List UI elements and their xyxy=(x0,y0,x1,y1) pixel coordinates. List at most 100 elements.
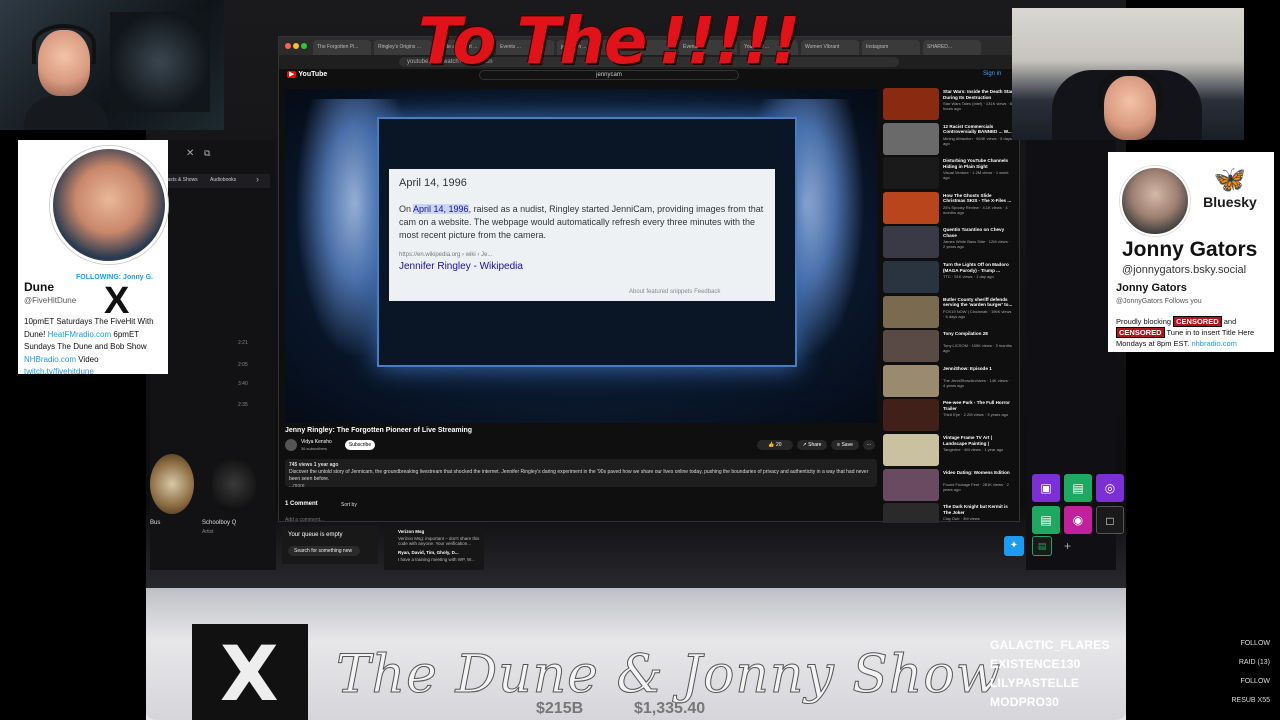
bio-link[interactable]: nhbradio.com xyxy=(1191,339,1236,348)
video-thumbnail[interactable] xyxy=(883,330,939,363)
artist-type: Artist xyxy=(202,529,214,535)
recommendation-item[interactable]: Turn the Lights Off on Madoro (MAGA Paro… xyxy=(883,260,1017,295)
recommendation-meta: James White Bass Side · 12M views · 2 ye… xyxy=(943,239,1011,250)
stream-deck-button[interactable]: ▤ xyxy=(1064,474,1092,502)
tab-audiobooks[interactable]: Audiobooks xyxy=(210,177,236,183)
stream-deck-button[interactable]: ◎ xyxy=(1096,474,1124,502)
video-thumbnail[interactable] xyxy=(883,191,939,224)
share-button[interactable]: ↗ Share xyxy=(797,440,827,450)
save-icon: ≡ xyxy=(837,442,841,448)
recommendation-item[interactable]: Video Dating: Womens Edition Found Footag… xyxy=(883,468,1017,503)
sign-in-button[interactable]: Sign in xyxy=(983,71,1001,77)
recommendation-item[interactable]: Star Wars: Inside the Death Star During … xyxy=(883,87,1017,122)
video-thumbnail[interactable] xyxy=(883,468,939,501)
jonny-avatar xyxy=(1120,166,1190,236)
add-comment-input[interactable]: Add a comment... xyxy=(285,517,324,523)
recommendation-meta: FOX19 NOW | Cincinnati · 196K views · 5 … xyxy=(943,308,1012,319)
bio-link[interactable]: HeatFMradio.com xyxy=(48,330,112,339)
video-thumbnail[interactable] xyxy=(883,503,939,523)
window-zoom-dot[interactable] xyxy=(301,43,307,49)
message-sender[interactable]: Verizon Msg xyxy=(398,529,424,534)
music-app-panel: ✕ ⧉ Podcasts & Shows Audiobooks › 2:21 2… xyxy=(150,140,276,570)
video-thumbnail[interactable] xyxy=(883,122,939,155)
twitter-bird-icon[interactable]: ✦ xyxy=(1004,536,1024,556)
recommendation-item[interactable]: Butler County sheriff defends serving th… xyxy=(883,295,1017,330)
stream-deck-button[interactable]: ◉ xyxy=(1064,506,1092,534)
stream-deck-button[interactable]: □ xyxy=(1096,506,1124,534)
recommendation-title[interactable]: JenniShow: Episode 1 xyxy=(943,366,1013,372)
recommendation-item[interactable]: Disturbing YouTube Channels Hiding in Pl… xyxy=(883,156,1017,191)
chevron-right-icon[interactable]: › xyxy=(256,174,259,184)
recommendation-title[interactable]: Video Dating: Womens Edition xyxy=(943,470,1013,476)
video-thumbnail[interactable] xyxy=(883,88,939,120)
butterfly-icon: 🦋 xyxy=(1213,164,1247,194)
track-duration: 2:05 xyxy=(238,362,248,368)
snippet-about[interactable]: About featured snippets xyxy=(629,289,692,295)
video-thumbnail[interactable] xyxy=(883,157,939,190)
like-button[interactable]: 👍 20 xyxy=(757,440,793,450)
artist-image[interactable] xyxy=(212,454,256,514)
stream-deck-button[interactable]: ▤ xyxy=(1032,506,1060,534)
artist-name[interactable]: Schoolboy Q xyxy=(202,520,236,526)
recommendation-title[interactable]: Disturbing YouTube Channels Hiding in Pl… xyxy=(943,158,1013,169)
profile-handle: @JonnyGators Follows you xyxy=(1116,298,1202,305)
description-more[interactable]: ...more xyxy=(289,483,873,490)
save-button[interactable]: ≡ Save xyxy=(831,440,859,450)
recommendation-item[interactable]: Pee-wee Park - The Full Horror Trailer Th… xyxy=(883,398,1017,433)
snippet-feedback[interactable]: Feedback xyxy=(694,289,720,295)
recommendation-title[interactable]: Turn the Lights Off on Madoro (MAGA Paro… xyxy=(943,262,1013,273)
recommendation-title[interactable]: Quentin Tarantino on Chevy Chase xyxy=(943,227,1013,238)
recommendation-title[interactable]: Star Wars: Inside the Death Star During … xyxy=(943,89,1013,100)
recommendation-title[interactable]: 12 Racist Commercials Controversially BA… xyxy=(943,124,1013,135)
recommendation-item[interactable]: Vintage Frame TV Art | Landscape Paintin… xyxy=(883,433,1017,468)
video-thumbnail[interactable] xyxy=(883,260,939,293)
bio-text: and xyxy=(1221,317,1237,326)
video-thumbnail[interactable] xyxy=(883,226,939,259)
recommendation-title[interactable]: Pee-wee Park - The Full Horror Trailer xyxy=(943,400,1013,411)
message-sender[interactable]: Ryan, David, Tim, Gholy, D... xyxy=(398,550,459,555)
recommendation-item[interactable]: The Dark Knight but Kermit is The Joker C… xyxy=(883,502,1017,523)
channel-avatar[interactable] xyxy=(285,439,297,451)
window-icon[interactable]: ⧉ xyxy=(204,148,210,159)
window-minimize-dot[interactable] xyxy=(293,43,299,49)
window-close-dot[interactable] xyxy=(285,43,291,49)
profile-bio: Proudly blocking CENSORED and CENSORED T… xyxy=(1116,316,1272,349)
browser-tab[interactable]: Instagram xyxy=(862,40,920,55)
browser-tab[interactable]: The Forgotten Pi... xyxy=(313,40,371,55)
channel-name[interactable]: Vidya Kensho xyxy=(301,439,332,445)
video-thumbnail[interactable] xyxy=(883,433,939,466)
snippet-link[interactable]: Jennifer Ringley - Wikipedia xyxy=(399,261,765,272)
subscribe-button[interactable]: Subscribe xyxy=(345,440,375,450)
recommendation-title[interactable]: How The Ghosts Slide Christmas SKIS - Th… xyxy=(943,193,1013,204)
recommendation-title[interactable]: Butler County sheriff defends serving th… xyxy=(943,297,1013,308)
recommendation-item[interactable]: 12 Racist Commercials Controversially BA… xyxy=(883,122,1017,157)
video-description[interactable]: 745 views 1 year ago Discover the untold… xyxy=(285,459,877,490)
recommendation-item[interactable]: Tony Compilation 28 Tony LICSOM · 159K vi… xyxy=(883,329,1017,364)
add-icon[interactable]: + xyxy=(1064,539,1071,553)
sort-button[interactable]: Sort by xyxy=(341,502,357,508)
video-player[interactable]: April 14, 1996 On April 14, 1996, raised… xyxy=(285,89,877,423)
bio-link[interactable]: NHBradio.com xyxy=(24,355,76,364)
video-thumbnail[interactable] xyxy=(883,399,939,432)
more-icon[interactable]: ⋯ xyxy=(863,440,875,450)
recommendation-title[interactable]: Vintage Frame TV Art | Landscape Paintin… xyxy=(943,435,1013,446)
stream-deck-button[interactable]: ▣ xyxy=(1032,474,1060,502)
close-icon[interactable]: ✕ xyxy=(186,148,194,159)
recommendation-item[interactable]: How The Ghosts Slide Christmas SKIS - Th… xyxy=(883,191,1017,226)
video-thumbnail[interactable] xyxy=(883,295,939,328)
search-new-button[interactable]: Search for something new xyxy=(288,546,360,556)
recommendation-item[interactable]: JenniShow: Episode 1 The JenniShowArchive… xyxy=(883,364,1017,399)
event-type: FOLLOW xyxy=(1240,640,1270,647)
artist-image[interactable] xyxy=(150,454,194,514)
browser-tab[interactable]: SHARED... xyxy=(923,40,981,55)
stream-deck-button[interactable]: ▤ xyxy=(1032,536,1052,556)
recommendation-title[interactable]: Tony Compilation 28 xyxy=(943,331,1013,337)
youtube-logo[interactable]: ▶ YouTube xyxy=(287,70,327,78)
browser-window: The Forgotten Pi... Ringley's Origins ..… xyxy=(278,36,1021,523)
video-thumbnail[interactable] xyxy=(883,364,939,397)
bio-link[interactable]: twitch.tv/fivehitdune xyxy=(24,367,94,376)
browser-tab[interactable]: Women Vibrant xyxy=(801,40,859,55)
artist-name[interactable]: Bus xyxy=(150,520,160,526)
recommendation-title[interactable]: The Dark Knight but Kermit is The Joker xyxy=(943,504,1013,515)
recommendation-item[interactable]: Quentin Tarantino on Chevy Chase James Wh… xyxy=(883,225,1017,260)
